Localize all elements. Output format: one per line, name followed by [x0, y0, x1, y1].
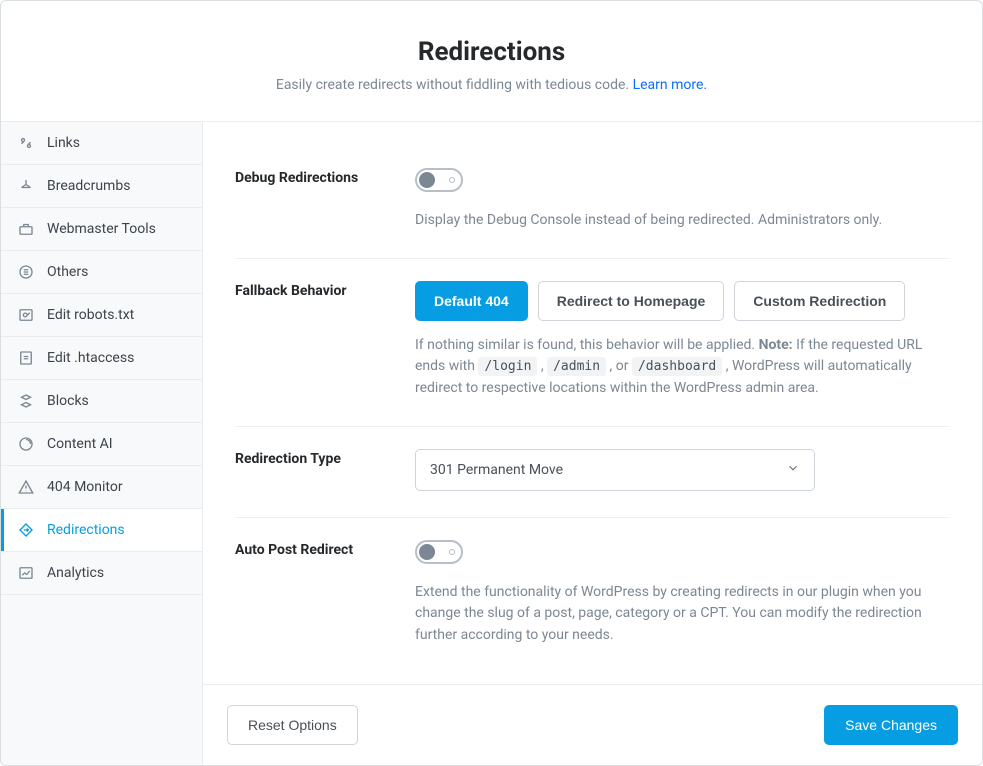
setting-fallback-behavior: Fallback Behavior Default 404 Redirect t… — [235, 259, 950, 427]
footer-bar: Reset Options Save Changes — [203, 684, 982, 765]
learn-more-link[interactable]: Learn more. — [633, 77, 708, 93]
auto-post-toggle[interactable] — [415, 540, 463, 564]
toolbox-icon — [17, 220, 35, 238]
sidebar-item-contentai[interactable]: Content AI — [1, 423, 202, 466]
sidebar-item-htaccess[interactable]: Edit .htaccess — [1, 337, 202, 380]
warning-icon — [17, 478, 35, 496]
redirection-type-select[interactable]: 301 Permanent Move — [415, 449, 815, 491]
page-subtitle: Easily create redirects without fiddling… — [21, 77, 962, 93]
sidebar-item-404[interactable]: 404 Monitor — [1, 466, 202, 509]
sidebar-item-label: Edit robots.txt — [47, 307, 134, 323]
sidebar-item-webmaster[interactable]: Webmaster Tools — [1, 208, 202, 251]
page-title: Redirections — [21, 37, 962, 67]
sidebar-item-analytics[interactable]: Analytics — [1, 552, 202, 595]
setting-label: Fallback Behavior — [235, 281, 415, 400]
sidebar-item-label: Edit .htaccess — [47, 350, 134, 366]
robots-icon — [17, 306, 35, 324]
setting-redirection-type: Redirection Type 301 Permanent Move — [235, 427, 950, 518]
fallback-options: Default 404 Redirect to Homepage Custom … — [415, 281, 950, 321]
save-changes-button[interactable]: Save Changes — [824, 705, 958, 745]
debug-toggle[interactable] — [415, 168, 463, 192]
file-icon — [17, 349, 35, 367]
fallback-custom[interactable]: Custom Redirection — [734, 281, 905, 321]
sidebar-item-redirections[interactable]: Redirections — [1, 509, 202, 552]
fallback-default-404[interactable]: Default 404 — [415, 281, 528, 321]
sidebar-item-label: Webmaster Tools — [47, 221, 156, 237]
links-icon — [17, 134, 35, 152]
setting-label: Redirection Type — [235, 449, 415, 491]
reset-options-button[interactable]: Reset Options — [227, 705, 358, 745]
breadcrumbs-icon — [17, 177, 35, 195]
setting-help: Extend the functionality of WordPress by… — [415, 582, 950, 647]
blocks-icon — [17, 392, 35, 410]
sidebar-item-label: Content AI — [47, 436, 113, 452]
list-icon — [17, 263, 35, 281]
setting-debug-redirections: Debug Redirections Display the Debug Con… — [235, 146, 950, 259]
chevron-down-icon — [786, 461, 800, 479]
sidebar-item-label: 404 Monitor — [47, 479, 123, 495]
setting-help: Display the Debug Console instead of bei… — [415, 210, 950, 232]
sidebar-item-label: Links — [47, 135, 80, 151]
sidebar-item-label: Blocks — [47, 393, 89, 409]
sidebar-item-blocks[interactable]: Blocks — [1, 380, 202, 423]
sidebar: Links Breadcrumbs Webmaster Tools Others… — [1, 122, 203, 765]
fallback-homepage[interactable]: Redirect to Homepage — [538, 281, 725, 321]
page-header: Redirections Easily create redirects wit… — [1, 1, 982, 122]
ai-icon — [17, 435, 35, 453]
setting-label: Debug Redirections — [235, 168, 415, 232]
sidebar-item-others[interactable]: Others — [1, 251, 202, 294]
sidebar-item-label: Analytics — [47, 565, 104, 581]
analytics-icon — [17, 564, 35, 582]
sidebar-item-label: Breadcrumbs — [47, 178, 130, 194]
sidebar-item-label: Redirections — [47, 522, 125, 538]
sidebar-item-robots[interactable]: Edit robots.txt — [1, 294, 202, 337]
setting-auto-post-redirect: Auto Post Redirect Extend the functional… — [235, 518, 950, 673]
sidebar-item-label: Others — [47, 264, 88, 280]
sidebar-item-links[interactable]: Links — [1, 122, 202, 165]
redirect-icon — [17, 521, 35, 539]
setting-label: Auto Post Redirect — [235, 540, 415, 647]
select-value: 301 Permanent Move — [430, 462, 563, 478]
sidebar-item-breadcrumbs[interactable]: Breadcrumbs — [1, 165, 202, 208]
setting-help: If nothing similar is found, this behavi… — [415, 335, 950, 400]
